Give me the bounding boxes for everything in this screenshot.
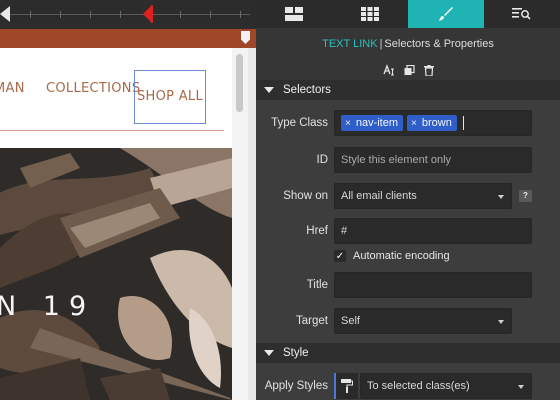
panel-title: Selectors & Properties	[384, 38, 494, 50]
remove-tag-icon[interactable]: ×	[345, 118, 351, 129]
timeline-tick	[90, 11, 91, 18]
email-preview: MAN COLLECTIONS SHOP ALL	[0, 48, 232, 400]
editor-window: MAN COLLECTIONS SHOP ALL	[0, 0, 560, 400]
collapse-caret-icon[interactable]	[264, 350, 274, 356]
show-on-value: All email clients	[341, 190, 417, 202]
search-list-icon	[512, 8, 531, 20]
class-tag-nav-item[interactable]: × nav-item	[341, 115, 404, 131]
selectors-header-label: Selectors	[283, 84, 331, 96]
timeline-tick	[30, 11, 31, 18]
timeline-bar[interactable]	[0, 0, 256, 29]
timeline-playhead-line[interactable]	[151, 5, 153, 23]
title-label: Title	[306, 279, 328, 291]
title-input[interactable]	[334, 272, 532, 298]
target-value: Self	[341, 315, 360, 327]
remove-tag-icon[interactable]: ×	[411, 118, 417, 129]
title-row: Title	[256, 272, 560, 298]
properties-panel: TEXT LINK | Selectors & Properties Selec…	[256, 0, 560, 400]
timeline-tick	[210, 11, 211, 18]
text-style-icon[interactable]	[382, 64, 395, 76]
panel-tab-bar	[256, 0, 560, 28]
canvas-scrollbar[interactable]	[232, 48, 248, 400]
nav-link-shop-all-selected[interactable]: SHOP ALL	[134, 70, 206, 124]
tab-search-settings[interactable]	[484, 0, 560, 28]
dropdown-arrow-icon	[518, 385, 524, 389]
timeline-back-arrow-icon[interactable]	[0, 6, 10, 22]
copy-icon[interactable]	[404, 64, 415, 76]
help-icon[interactable]: ?	[519, 190, 532, 202]
hero-image[interactable]: N 19	[0, 148, 232, 400]
class-tag-brown[interactable]: × brown	[407, 115, 457, 131]
canvas-scroll-thumb[interactable]	[236, 54, 243, 112]
automatic-encoding-option[interactable]: ✓ Automatic encoding	[334, 249, 450, 263]
width-ruler-bar	[0, 29, 256, 48]
timeline-tick	[120, 11, 121, 18]
grid-icon	[361, 7, 379, 21]
dropdown-arrow-icon	[498, 320, 504, 324]
type-class-row: Type Class × nav-item × brown	[256, 110, 560, 136]
target-select[interactable]: Self	[334, 308, 512, 334]
target-label: Target	[296, 315, 328, 327]
dropdown-arrow-icon	[498, 195, 504, 199]
timeline-tick	[60, 11, 61, 18]
class-tag-label: nav-item	[355, 117, 399, 129]
paint-roller-icon	[341, 379, 353, 393]
canvas-gutter	[248, 48, 256, 400]
href-input[interactable]: #	[334, 218, 532, 244]
apply-styles-mode-button[interactable]	[334, 373, 358, 399]
apply-styles-select[interactable]: To selected class(es)	[360, 373, 532, 399]
apply-styles-label: Apply Styles	[264, 380, 328, 392]
apply-styles-value: To selected class(es)	[367, 380, 470, 392]
target-row: Target Self	[256, 308, 560, 334]
context-breadcrumb: TEXT LINK | Selectors & Properties	[256, 28, 560, 60]
tab-layout[interactable]	[256, 0, 332, 28]
href-label: Href	[306, 225, 328, 237]
class-tag-label: brown	[421, 117, 452, 129]
tab-content-blocks[interactable]	[332, 0, 408, 28]
timeline-track	[10, 14, 250, 15]
type-class-label: Type Class	[271, 117, 328, 129]
nav-link-woman[interactable]: MAN	[0, 81, 25, 96]
brush-icon	[439, 7, 453, 21]
id-label: ID	[316, 154, 329, 166]
hero-headline: N 19	[0, 291, 96, 322]
hero-leaves-illustration	[0, 148, 232, 400]
text-cursor	[462, 116, 464, 130]
style-header-label: Style	[283, 347, 309, 359]
tab-style[interactable]	[408, 0, 484, 28]
show-on-select[interactable]: All email clients	[334, 183, 512, 209]
nav-divider	[0, 130, 224, 131]
breadcrumb-separator: |	[379, 38, 383, 50]
email-canvas: MAN COLLECTIONS SHOP ALL	[0, 0, 256, 400]
automatic-encoding-label: Automatic encoding	[353, 250, 450, 262]
timeline-tick	[240, 11, 241, 18]
layout-icon	[285, 7, 303, 21]
style-section-header[interactable]: Style	[256, 343, 560, 363]
automatic-encoding-checkbox[interactable]: ✓	[334, 250, 346, 262]
show-on-row: Show on All email clients ?	[256, 183, 560, 209]
type-class-input[interactable]: × nav-item × brown	[334, 110, 532, 136]
nav-link-collections[interactable]: COLLECTIONS	[46, 81, 140, 96]
trash-icon[interactable]	[423, 64, 434, 76]
href-row: Href #	[256, 218, 560, 244]
selected-element-type[interactable]: TEXT LINK	[322, 38, 377, 50]
show-on-label: Show on	[283, 190, 328, 202]
element-tools	[256, 60, 560, 80]
timeline-tick	[180, 11, 181, 18]
collapse-caret-icon[interactable]	[264, 87, 274, 93]
id-row: ID Style this element only	[256, 147, 560, 173]
id-input[interactable]: Style this element only	[334, 147, 532, 173]
selectors-section-header[interactable]: Selectors	[256, 80, 560, 100]
